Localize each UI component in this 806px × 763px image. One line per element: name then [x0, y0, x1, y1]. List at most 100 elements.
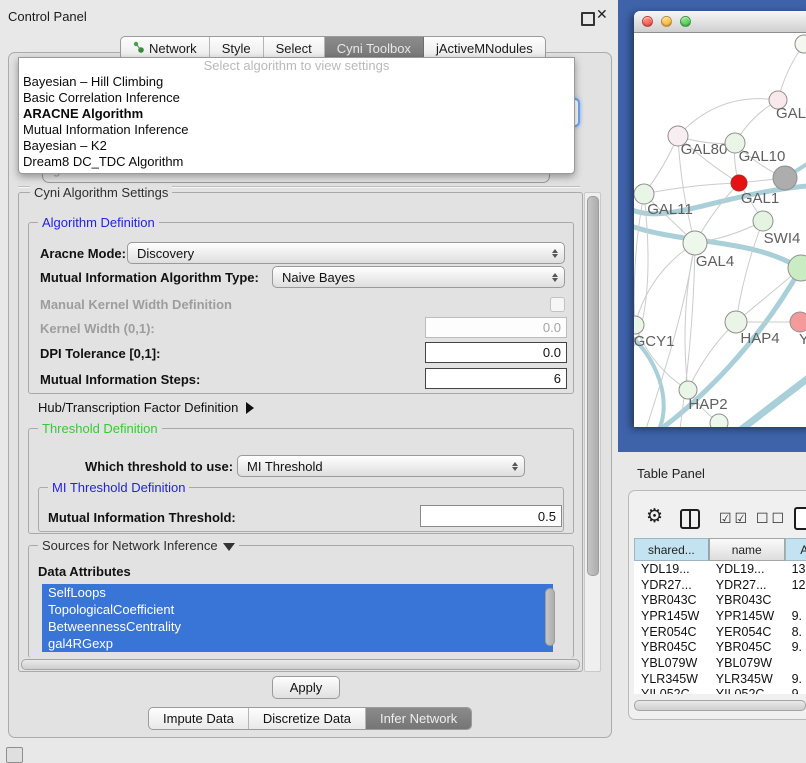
- settings-vscroll-thumb[interactable]: [587, 196, 599, 576]
- network-canvas[interactable]: GALGAL80GAL10GAL1GAL11SWI4GAL4GCY1HAP4YH…: [634, 33, 806, 427]
- column-header[interactable]: name: [709, 538, 785, 561]
- network-edge[interactable]: [678, 99, 778, 136]
- data-attribute-item[interactable]: BetweennessCentrality: [42, 618, 553, 635]
- gear-icon[interactable]: ⚙: [646, 505, 663, 528]
- network-edge[interactable]: [688, 322, 736, 390]
- mi-steps-field[interactable]: 6: [425, 368, 567, 389]
- select-all-icon[interactable]: ☑☑: [719, 510, 750, 527]
- data-attribute-item[interactable]: TopologicalCoefficient: [42, 601, 553, 618]
- table-cell: YBR045C: [709, 640, 785, 654]
- table-row[interactable]: YDR27...YDR27...12: [634, 577, 806, 593]
- network-node-swi4[interactable]: [753, 211, 773, 231]
- table-cell: YBL079W: [634, 656, 709, 670]
- algorithm-option[interactable]: Dream8 DC_TDC Algorithm: [19, 154, 574, 170]
- network-thick-edge[interactable]: [734, 369, 806, 427]
- attributes-scrollbar[interactable]: [545, 588, 555, 646]
- table-cell: YDR27...: [709, 578, 785, 592]
- control-panel-title: Control Panel: [8, 9, 87, 24]
- algorithm-dropdown-items: Bayesian – Hill ClimbingBasic Correlatio…: [19, 74, 574, 170]
- table-panel-title: Table Panel: [637, 466, 705, 481]
- network-node-label: GAL1: [741, 190, 779, 207]
- function-icon[interactable]: [794, 507, 806, 530]
- collapse-down-icon: [223, 543, 235, 551]
- aracne-mode-combobox[interactable]: Discovery: [127, 242, 565, 264]
- network-node-label: GAL10: [739, 148, 786, 165]
- algorithm-option[interactable]: Basic Correlation Inference: [19, 90, 574, 106]
- data-attribute-item[interactable]: gal4RGexp: [42, 635, 553, 652]
- aracne-mode-label: Aracne Mode:: [40, 246, 126, 261]
- data-attribute-item[interactable]: SelfLoops: [42, 584, 553, 601]
- network-node-bot[interactable]: [710, 414, 728, 427]
- table-row[interactable]: YDL19...YDL19...13: [634, 561, 806, 577]
- minimize-window-icon[interactable]: [661, 16, 672, 27]
- sources-group-title[interactable]: Sources for Network Inference: [38, 539, 239, 552]
- apply-button[interactable]: Apply: [272, 676, 340, 699]
- table-row[interactable]: YBR045CYBR045C9.: [634, 639, 806, 655]
- network-node-gal4[interactable]: [683, 231, 707, 255]
- table-header-row: shared...nameA: [634, 538, 806, 561]
- algorithm-option[interactable]: ARACNE Algorithm: [19, 106, 574, 122]
- network-node-corner[interactable]: [795, 35, 806, 53]
- table-cell: YDL19...: [634, 562, 709, 576]
- table-cell: YER054C: [709, 625, 785, 639]
- columns-icon[interactable]: [680, 509, 700, 529]
- close-panel-icon[interactable]: ✕: [596, 6, 608, 23]
- column-header[interactable]: A: [785, 538, 806, 561]
- network-edge[interactable]: [644, 183, 739, 194]
- dpi-tolerance-label: DPI Tolerance [0,1]:: [40, 346, 160, 361]
- algorithm-option[interactable]: Bayesian – K2: [19, 138, 574, 154]
- algorithm-dropdown-placeholder: Select algorithm to view settings: [19, 58, 574, 74]
- table-cell: 9.: [785, 609, 806, 623]
- hub-section-toggle[interactable]: Hub/Transcription Factor Definition: [38, 400, 254, 415]
- kernel-width-field[interactable]: 0.0: [425, 317, 567, 338]
- table-cell: YBR043C: [709, 593, 785, 607]
- table-hscroll-thumb[interactable]: [634, 700, 806, 711]
- zoom-window-icon[interactable]: [680, 16, 691, 27]
- deselect-all-icon[interactable]: ☐☐: [756, 510, 787, 527]
- which-threshold-combobox[interactable]: MI Threshold: [237, 455, 525, 477]
- network-node-label: GCY1: [634, 333, 674, 350]
- dpi-tolerance-field[interactable]: 0.0: [425, 342, 567, 363]
- table-cell: YER054C: [634, 625, 709, 639]
- table-cell: 13: [785, 562, 806, 576]
- table-row[interactable]: YLR345WYLR345W9.: [634, 671, 806, 687]
- tab-impute-data[interactable]: Impute Data: [149, 708, 249, 729]
- node-table[interactable]: shared...nameA YDL19...YDL19...13YDR27..…: [634, 538, 806, 694]
- network-edge[interactable]: [736, 221, 763, 322]
- table-row[interactable]: YPR145WYPR145W9.: [634, 608, 806, 624]
- network-window[interactable]: GALGAL80GAL10GAL1GAL11SWI4GAL4GCY1HAP4YH…: [634, 11, 806, 427]
- algorithm-option[interactable]: Bayesian – Hill Climbing: [19, 74, 574, 90]
- column-header[interactable]: shared...: [634, 538, 709, 561]
- table-row[interactable]: YER054CYER054C8.: [634, 624, 806, 640]
- algorithm-option[interactable]: Mutual Information Inference: [19, 122, 574, 138]
- expand-right-icon: [246, 402, 254, 414]
- network-node-y[interactable]: [790, 312, 806, 332]
- algorithm-definition-title: Algorithm Definition: [38, 216, 159, 229]
- mi-threshold-field[interactable]: 0.5: [420, 505, 562, 527]
- table-cell: YPR145W: [709, 609, 785, 623]
- table-row[interactable]: YIL052CYIL052C9: [634, 687, 806, 695]
- aracne-mode-value: Discovery: [137, 246, 194, 261]
- panel-corner-icon[interactable]: [6, 747, 23, 763]
- float-panel-icon[interactable]: [581, 12, 595, 26]
- which-threshold-label: Which threshold to use:: [85, 459, 233, 474]
- network-node-gal1[interactable]: [731, 175, 747, 191]
- tab-discretize-data[interactable]: Discretize Data: [249, 708, 366, 729]
- table-cell: YIL052C: [709, 687, 785, 694]
- table-cell: YBR043C: [634, 593, 709, 607]
- network-edge[interactable]: [685, 243, 695, 390]
- network-node-gray[interactable]: [773, 166, 797, 190]
- close-window-icon[interactable]: [642, 16, 653, 27]
- mi-type-combobox[interactable]: Naive Bayes: [272, 266, 565, 288]
- manual-kernel-checkbox[interactable]: [550, 297, 565, 312]
- data-attributes-list[interactable]: SelfLoopsTopologicalCoefficientBetweenne…: [42, 584, 553, 652]
- table-cell: 9.: [785, 672, 806, 686]
- network-graph-icon: [133, 41, 145, 56]
- table-row[interactable]: YBR043CYBR043C: [634, 592, 806, 608]
- settings-hscroll-thumb[interactable]: [21, 659, 580, 670]
- table-rows: YDL19...YDL19...13YDR27...YDR27...12YBR0…: [634, 561, 806, 694]
- table-row[interactable]: YBL079WYBL079W: [634, 655, 806, 671]
- network-window-titlebar[interactable]: [634, 11, 806, 33]
- tab-infer-network[interactable]: Infer Network: [366, 708, 471, 729]
- table-cell: 9: [785, 687, 806, 694]
